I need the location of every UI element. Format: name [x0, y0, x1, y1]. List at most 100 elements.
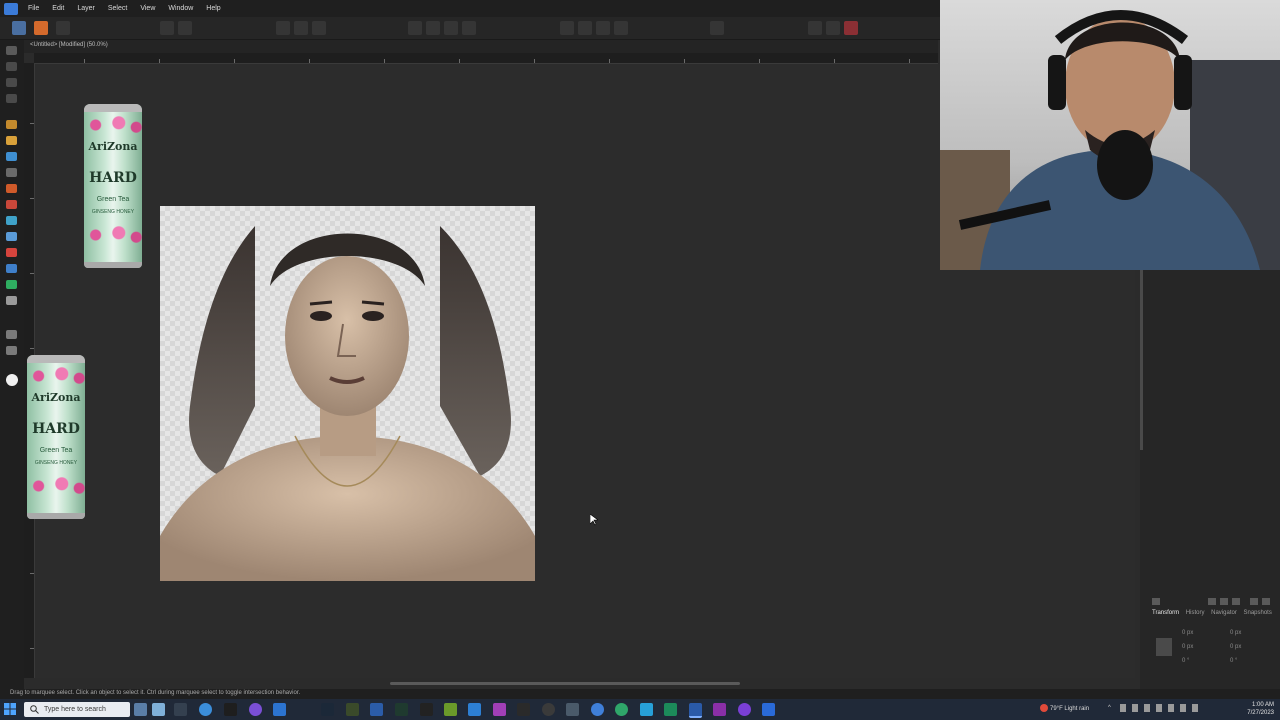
node-tool-icon[interactable]: [6, 62, 17, 71]
app-icon-13[interactable]: [542, 703, 555, 716]
menu-view[interactable]: View: [136, 5, 164, 12]
pencil-tool-icon[interactable]: [6, 120, 17, 129]
tray-icon-1[interactable]: [1120, 704, 1126, 712]
calculator-icon[interactable]: [566, 703, 579, 716]
app-icon-14[interactable]: [591, 703, 604, 716]
volume-icon[interactable]: [1156, 704, 1162, 712]
app-icon-8[interactable]: [420, 703, 433, 716]
tray-icon-2[interactable]: [1132, 704, 1138, 712]
transform-x-value[interactable]: 0 px: [1182, 630, 1193, 636]
affinity-designer-icon[interactable]: [689, 703, 702, 718]
network-icon[interactable]: [1144, 704, 1150, 712]
panel-icon-2[interactable]: [1220, 598, 1228, 605]
app-icon-9[interactable]: [444, 703, 457, 716]
gradient-tool-icon[interactable]: [6, 264, 17, 273]
hand-tool-icon[interactable]: [6, 330, 17, 339]
panel-icon-3[interactable]: [1232, 598, 1240, 605]
can-image-bottom[interactable]: AriZona HARD Green Tea GINSENG HONEY: [27, 355, 85, 519]
arrange-icon[interactable]: [560, 21, 574, 35]
transform-shear-value[interactable]: 0 °: [1230, 658, 1237, 664]
rotate-icon[interactable]: [596, 21, 610, 35]
guides-icon[interactable]: [312, 21, 326, 35]
menu-select[interactable]: Select: [104, 5, 136, 12]
align-center-icon[interactable]: [426, 21, 440, 35]
can-image-top[interactable]: AriZona HARD Green Tea GINSENG HONEY: [84, 104, 142, 268]
crop-icon[interactable]: [808, 21, 822, 35]
align-right-icon[interactable]: [444, 21, 458, 35]
panel-options-icon[interactable]: [1152, 598, 1160, 605]
tray-icon-5[interactable]: [1192, 704, 1198, 712]
app-icon-3[interactable]: [224, 703, 237, 716]
affinity-photo-icon[interactable]: [713, 703, 726, 716]
menu-layer[interactable]: Layer: [73, 5, 104, 12]
app-icon-4[interactable]: [249, 703, 262, 716]
app-icon-2[interactable]: [152, 703, 165, 716]
flip-icon[interactable]: [578, 21, 592, 35]
tray-chevron-icon[interactable]: ^: [1108, 705, 1111, 711]
app-icon-6[interactable]: [370, 703, 383, 716]
app-icon-12[interactable]: [517, 703, 530, 716]
panel-icon-5[interactable]: [1262, 598, 1270, 605]
eyedropper-tool-icon[interactable]: [6, 232, 17, 241]
menu-file[interactable]: File: [24, 5, 48, 12]
anchor-grid-icon[interactable]: [1156, 638, 1172, 656]
color-swatch-icon[interactable]: [6, 374, 18, 386]
app-icon-15[interactable]: [615, 703, 628, 716]
text-tool-icon[interactable]: [6, 280, 17, 289]
panel-icon-4[interactable]: [1250, 598, 1258, 605]
app-icon-18[interactable]: [738, 703, 751, 716]
app-icon-5[interactable]: [346, 703, 359, 716]
grid-icon[interactable]: [294, 21, 308, 35]
weather-text[interactable]: 79°F Light rain: [1050, 706, 1089, 712]
portrait-image[interactable]: [160, 206, 535, 581]
app-icon-1[interactable]: [134, 703, 147, 716]
mask-icon[interactable]: [710, 21, 724, 35]
transform-y-value[interactable]: 0 px: [1182, 644, 1193, 650]
pixel-persona-icon[interactable]: [34, 21, 48, 35]
shape-tool-icon[interactable]: [6, 168, 17, 177]
paint-tool-icon[interactable]: [6, 184, 17, 193]
transform-w-value[interactable]: 0 px: [1230, 630, 1241, 636]
task-view-icon[interactable]: [174, 703, 187, 716]
transparency-tool-icon[interactable]: [6, 216, 17, 225]
designer-persona-icon[interactable]: [12, 21, 26, 35]
outlook-icon[interactable]: [273, 703, 286, 716]
taskbar-search-input[interactable]: Type here to search: [24, 702, 130, 717]
boolean-icon[interactable]: [614, 21, 628, 35]
tray-icon-4[interactable]: [1180, 704, 1186, 712]
record-icon[interactable]: [844, 21, 858, 35]
artboard-tool-icon[interactable]: [6, 94, 17, 103]
zoom-tool-icon[interactable]: [6, 346, 17, 355]
panel-scrollbar[interactable]: [1140, 270, 1143, 450]
app-icon-11[interactable]: [493, 703, 506, 716]
tab-navigator[interactable]: Navigator: [1211, 610, 1237, 616]
transform-icon[interactable]: [826, 21, 840, 35]
brush-tool-icon[interactable]: [6, 152, 17, 161]
align-left-icon[interactable]: [408, 21, 422, 35]
tray-icon-3[interactable]: [1168, 704, 1174, 712]
app-icon-7[interactable]: [395, 703, 408, 716]
app-icon-16[interactable]: [640, 703, 653, 716]
clock[interactable]: 1:00 AM 7/27/2023: [1247, 701, 1274, 717]
settings-gear-icon[interactable]: [178, 21, 192, 35]
move-tool-icon[interactable]: [6, 46, 17, 55]
windows-start-icon[interactable]: [4, 703, 16, 715]
chrome-icon[interactable]: [199, 703, 212, 716]
export-persona-icon[interactable]: [56, 21, 70, 35]
color-picker-icon[interactable]: [6, 248, 17, 257]
transform-rotate-value[interactable]: 0 °: [1182, 658, 1189, 664]
menu-edit[interactable]: Edit: [48, 5, 73, 12]
tab-transform[interactable]: Transform: [1152, 610, 1179, 616]
fill-tool-icon[interactable]: [6, 200, 17, 209]
panel-icon-1[interactable]: [1208, 598, 1216, 605]
app-icon-17[interactable]: [664, 703, 677, 716]
steam-icon[interactable]: [321, 703, 334, 716]
marquee-tool-icon[interactable]: [6, 78, 17, 87]
app-icon-19[interactable]: [762, 703, 775, 716]
document-setup-icon[interactable]: [160, 21, 174, 35]
align-top-icon[interactable]: [462, 21, 476, 35]
tab-snapshots[interactable]: Snapshots: [1244, 610, 1272, 616]
document-tab[interactable]: <Untitled> [Modified] (50.0%): [24, 40, 938, 53]
tab-history[interactable]: History: [1186, 610, 1205, 616]
crop-tool-icon[interactable]: [6, 296, 17, 305]
